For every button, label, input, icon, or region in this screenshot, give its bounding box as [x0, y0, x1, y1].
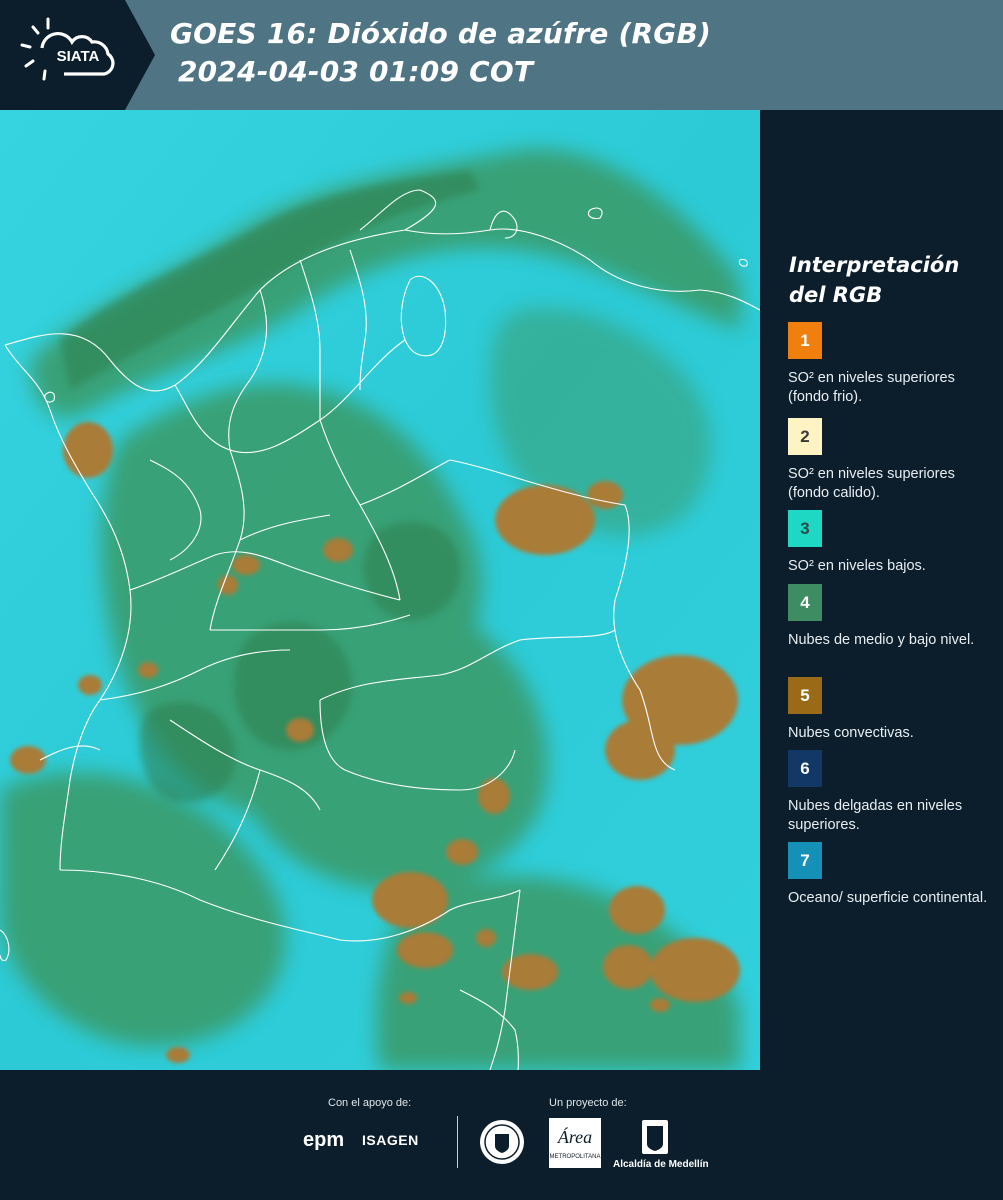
- legend-label-5: Nubes convectivas.: [788, 725, 914, 741]
- siata-logo: SIATA: [0, 0, 155, 110]
- legend-swatch-6: 6: [788, 750, 822, 787]
- legend-item-6: 6 Nubes delgadas en niveles superiores.: [788, 750, 998, 835]
- legend-item-7: 7 Oceano/ superficie continental.: [788, 842, 998, 908]
- logo-text: SIATA: [57, 48, 100, 65]
- legend-item-2: 2 SO² en niveles superiores (fondo calid…: [788, 418, 998, 503]
- area-metropolitana-logo: Área METROPOLITANA: [549, 1118, 601, 1173]
- legend-swatch-4: 4: [788, 584, 822, 621]
- legend-label-1: SO² en niveles superiores (fondo frio).: [788, 370, 955, 405]
- page-title: GOES 16: Dióxido de azúfre (RGB): [170, 17, 712, 50]
- rgb-legend-panel: Interpretación del RGB 1 SO² en niveles …: [760, 110, 1003, 1070]
- legend-item-5: 5 Nubes convectivas.: [788, 677, 998, 743]
- legend-label-6: Nubes delgadas en niveles superiores.: [788, 798, 963, 833]
- svg-text:Área: Área: [557, 1126, 592, 1147]
- svg-text:METROPOLITANA: METROPOLITANA: [550, 1154, 601, 1160]
- legend-swatch-3: 3: [788, 510, 822, 547]
- footer-sponsors: Con el apoyo de: Un proyecto de: epm ISA…: [0, 1070, 1003, 1200]
- legend-swatch-2: 2: [788, 418, 822, 455]
- footer-divider: [457, 1116, 458, 1168]
- alcaldia-label: Alcaldía de Medellín: [613, 1159, 709, 1170]
- legend-item-3: 3 SO² en niveles bajos.: [788, 510, 998, 576]
- legend-swatch-5: 5: [788, 677, 822, 714]
- legend-title: Interpretación del RGB: [789, 253, 960, 307]
- legend-swatch-1: 1: [788, 322, 822, 359]
- page-subtitle-datetime: 2024-04-03 01:09 COT: [178, 55, 534, 88]
- alcaldia-medellin-seal-icon: [612, 1118, 702, 1163]
- university-seal-icon: [478, 1118, 526, 1171]
- header-bar: SIATA GOES 16: Dióxido de azúfre (RGB) 2…: [0, 0, 1003, 110]
- legend-label-7: Oceano/ superficie continental.: [788, 890, 988, 906]
- support-label: Con el apoyo de:: [328, 1097, 412, 1109]
- legend-item-1: 1 SO² en niveles superiores (fondo frio)…: [788, 322, 998, 407]
- project-label: Un proyecto de:: [549, 1097, 627, 1109]
- legend-label-3: SO² en niveles bajos.: [788, 558, 926, 574]
- legend-swatch-7: 7: [788, 842, 822, 879]
- legend-label-2: SO² en niveles superiores (fondo calido)…: [788, 466, 955, 501]
- epm-logo: epm: [303, 1129, 345, 1151]
- legend-label-4: Nubes de medio y bajo nivel.: [788, 632, 975, 648]
- legend-item-4: 4 Nubes de medio y bajo nivel.: [788, 584, 998, 650]
- satellite-map: [0, 110, 760, 1070]
- isagen-logo: ISAGEN: [362, 1132, 419, 1148]
